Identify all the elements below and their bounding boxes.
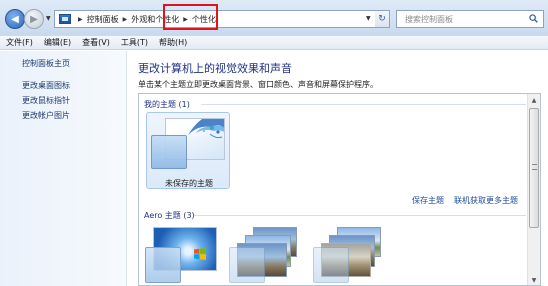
aero-themes-header: Aero 主题 (3) (144, 211, 195, 220)
left-navigation-pane: 控制面板主页 更改桌面图标 更改鼠标指针 更改帐户图片 (0, 51, 127, 286)
nav-control-panel-home[interactable]: 控制面板主页 (22, 58, 70, 69)
nav-change-mouse-pointers[interactable]: 更改鼠标指针 (22, 95, 70, 106)
menu-tools[interactable]: 工具(T) (121, 37, 148, 48)
address-dropdown-icon[interactable]: ▼ (366, 15, 371, 22)
theme-list-panel: 我的主题 (1) 未保存的主题 保存主题 联机获取更多主题 Aero 主题 (3… (138, 93, 541, 286)
main-content: 更改计算机上的视觉效果和声音 单击某个主题立即更改桌面背景、窗口颜色、声音和屏幕… (128, 51, 548, 286)
theme-window-color-swatch (313, 247, 349, 283)
menu-view[interactable]: 查看(V) (82, 37, 110, 48)
nav-change-desktop-icons[interactable]: 更改桌面图标 (22, 80, 70, 91)
breadcrumb-control-panel[interactable]: 控制面板 (87, 14, 119, 25)
address-box[interactable]: ▶ 控制面板 ▶ 外观和个性化 ▶ 个性化 (54, 10, 390, 28)
menu-help[interactable]: 帮助(H) (159, 37, 187, 48)
control-panel-icon (59, 14, 71, 24)
back-arrow-icon: ◀ (11, 13, 19, 25)
group-divider (201, 104, 526, 105)
page-title: 更改计算机上的视觉效果和声音 (138, 62, 292, 75)
address-toolbar: ◀ ▶ ▼ ▶ 控制面板 ▶ 外观和个性化 ▶ 个性化 ▼ ↻ (0, 0, 548, 36)
search-box (396, 10, 544, 28)
scroll-down-arrow-icon[interactable]: ▼ (528, 274, 540, 285)
refresh-button[interactable]: ↻ (375, 10, 390, 28)
menu-file[interactable]: 文件(F) (6, 37, 33, 48)
get-more-themes-online-link[interactable]: 联机获取更多主题 (454, 195, 518, 206)
breadcrumb-separator-icon[interactable]: ▶ (119, 16, 132, 23)
save-theme-link[interactable]: 保存主题 (412, 195, 444, 206)
theme-list-scrollbar[interactable]: ▲ ▼ (527, 94, 540, 285)
page-description: 单击某个主题立即更改桌面背景、窗口颜色、声音和屏幕保护程序。 (138, 80, 378, 89)
forward-arrow-icon: ▶ (30, 13, 38, 25)
theme-tile-landscapes[interactable] (229, 227, 305, 285)
back-button[interactable]: ◀ (5, 9, 25, 29)
theme-window-color-swatch (151, 135, 187, 169)
annotation-highlight-box (163, 4, 218, 30)
refresh-icon: ↻ (378, 14, 386, 24)
search-icon[interactable] (529, 14, 538, 23)
recent-pages-dropdown-icon[interactable]: ▼ (46, 15, 51, 22)
scrollbar-grip-icon (532, 164, 537, 170)
scroll-up-arrow-icon[interactable]: ▲ (528, 94, 540, 107)
theme-tile-windows7[interactable] (145, 227, 221, 285)
nav-change-account-picture[interactable]: 更改帐户图片 (22, 110, 70, 121)
group-divider (194, 215, 526, 216)
menu-bar: 文件(F) 编辑(E) 查看(V) 工具(T) 帮助(H) (0, 36, 548, 50)
windows-logo-icon (194, 248, 206, 260)
theme-label: 未保存的主题 (165, 179, 213, 188)
theme-window-color-swatch (229, 247, 265, 283)
menu-edit[interactable]: 编辑(E) (44, 37, 71, 48)
theme-tile-unsaved[interactable]: 未保存的主题 (146, 112, 230, 189)
theme-tile-nature[interactable] (313, 227, 389, 285)
breadcrumb-separator-icon[interactable]: ▶ (74, 16, 87, 23)
search-input[interactable] (397, 14, 527, 24)
forward-button[interactable]: ▶ (24, 9, 44, 29)
my-themes-header: 我的主题 (1) (144, 100, 190, 109)
scrollbar-thumb[interactable] (529, 108, 539, 228)
theme-window-color-swatch (145, 247, 181, 283)
